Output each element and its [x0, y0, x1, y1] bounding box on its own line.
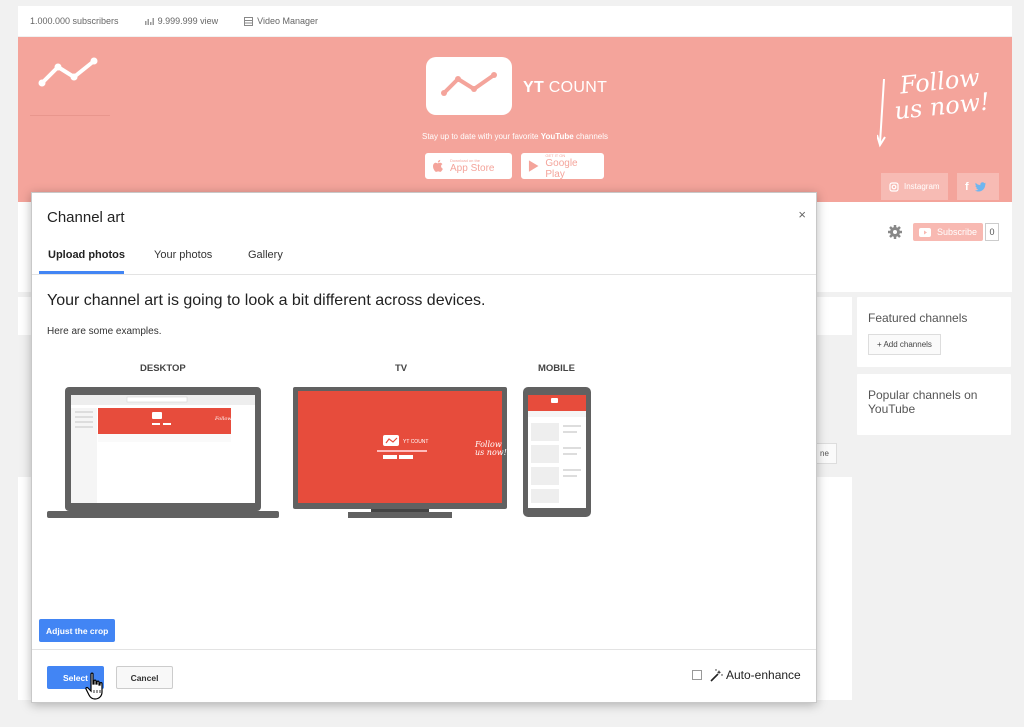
dialog-title: Channel art: [47, 209, 125, 226]
popular-channels-card: Popular channels on YouTube: [857, 374, 1011, 435]
mobile-label: MOBILE: [538, 363, 575, 374]
svg-text:Follow: Follow: [214, 416, 232, 422]
trend-line-logo-icon: [38, 57, 98, 87]
tagline-pre: Stay up to date with your favorite: [421, 132, 541, 141]
apple-icon: [433, 159, 443, 172]
app-store-big: App Store: [450, 163, 495, 174]
tab-your-photos[interactable]: Your photos: [154, 249, 212, 261]
magic-wand-icon: [710, 668, 723, 682]
channel-avatar[interactable]: [30, 37, 110, 116]
tagline-bold: YouTube: [540, 132, 574, 141]
trend-line-icon: [441, 72, 497, 96]
yt-count-logo: [426, 57, 512, 115]
auto-enhance-checkbox[interactable]: [692, 670, 702, 680]
bar-chart-icon: [144, 18, 154, 25]
video-manager-icon: [244, 16, 254, 26]
instagram-label: Instagram: [904, 182, 940, 191]
popular-channels-title: Popular channels on YouTube: [868, 388, 978, 416]
add-channels-button[interactable]: + Add channels: [868, 334, 941, 355]
facebook-icon[interactable]: f: [965, 181, 969, 193]
close-icon[interactable]: ×: [798, 207, 806, 222]
brand-rest: COUNT: [544, 79, 608, 96]
svg-text:us now!: us now!: [475, 448, 507, 457]
channel-stats-bar: 1.000.000 subscribers 9.999.999 view Vid…: [18, 6, 1012, 36]
hand-cursor-icon: [85, 672, 103, 700]
tab-gallery[interactable]: Gallery: [248, 249, 283, 261]
tagline-post: channels: [573, 132, 608, 141]
dialog-tabs: Upload photos Your photos Gallery: [32, 240, 816, 275]
dialog-footer: Select Cancel Auto-enhance: [32, 649, 816, 704]
svg-text:YT COUNT: YT COUNT: [403, 439, 428, 445]
channel-banner: YT COUNT Stay up to date with your favor…: [18, 37, 1012, 202]
subscribe-button[interactable]: Subscribe: [913, 223, 984, 241]
app-store-badge[interactable]: Download on the App Store: [425, 153, 512, 179]
desktop-label: DESKTOP: [140, 363, 186, 374]
brand-name: YT COUNT: [523, 79, 607, 97]
brand-bold: YT: [523, 79, 545, 96]
tv-label: TV: [395, 363, 408, 374]
devices-subheading: Here are some examples.: [47, 326, 162, 337]
google-play-big: Google Play: [545, 157, 578, 180]
tv-preview: YT COUNT Follow us now!: [293, 387, 507, 518]
cancel-button[interactable]: Cancel: [116, 666, 173, 689]
view-count: 9.999.999 view: [144, 16, 219, 26]
follow-us-text: Follow us now!: [873, 63, 991, 148]
featured-channels-card: Featured channels + Add channels: [857, 297, 1011, 367]
youtube-play-icon: [919, 227, 931, 237]
subscriber-count: 1.000.000 subscribers: [30, 16, 119, 26]
auto-enhance-option: Auto-enhance: [692, 668, 801, 682]
auto-enhance-label: Auto-enhance: [726, 668, 801, 682]
social-links: f: [957, 173, 999, 200]
featured-channels-title: Featured channels: [868, 311, 968, 325]
banner-tagline: Stay up to date with your favorite YouTu…: [318, 132, 712, 141]
active-tab-indicator: [39, 271, 124, 274]
subscriber-count-badge: 0: [985, 223, 999, 241]
instagram-icon: [889, 181, 899, 192]
tab-upload-photos[interactable]: Upload photos: [48, 249, 125, 261]
video-manager-link[interactable]: Video Manager: [244, 16, 318, 26]
google-play-badge[interactable]: GET IT ON Google Play: [521, 153, 604, 180]
twitter-icon[interactable]: [974, 181, 987, 192]
video-manager-text: Video Manager: [257, 16, 318, 26]
instagram-link[interactable]: Instagram: [881, 173, 948, 200]
desktop-preview: Follow: [47, 387, 279, 518]
follow-arrow-icon: [877, 78, 886, 148]
subscriber-count-text: 1.000.000 subscribers: [30, 16, 119, 26]
subscribe-label: Subscribe: [937, 227, 978, 237]
gear-icon[interactable]: [887, 224, 903, 240]
play-icon: [528, 160, 539, 172]
adjust-crop-button[interactable]: Adjust the crop: [39, 619, 116, 642]
devices-heading: Your channel art is going to look a bit …: [47, 292, 486, 309]
view-count-text: 9.999.999 view: [157, 16, 219, 26]
channel-art-dialog: Channel art × Upload photos Your photos …: [31, 192, 817, 703]
mobile-preview: [523, 387, 591, 517]
